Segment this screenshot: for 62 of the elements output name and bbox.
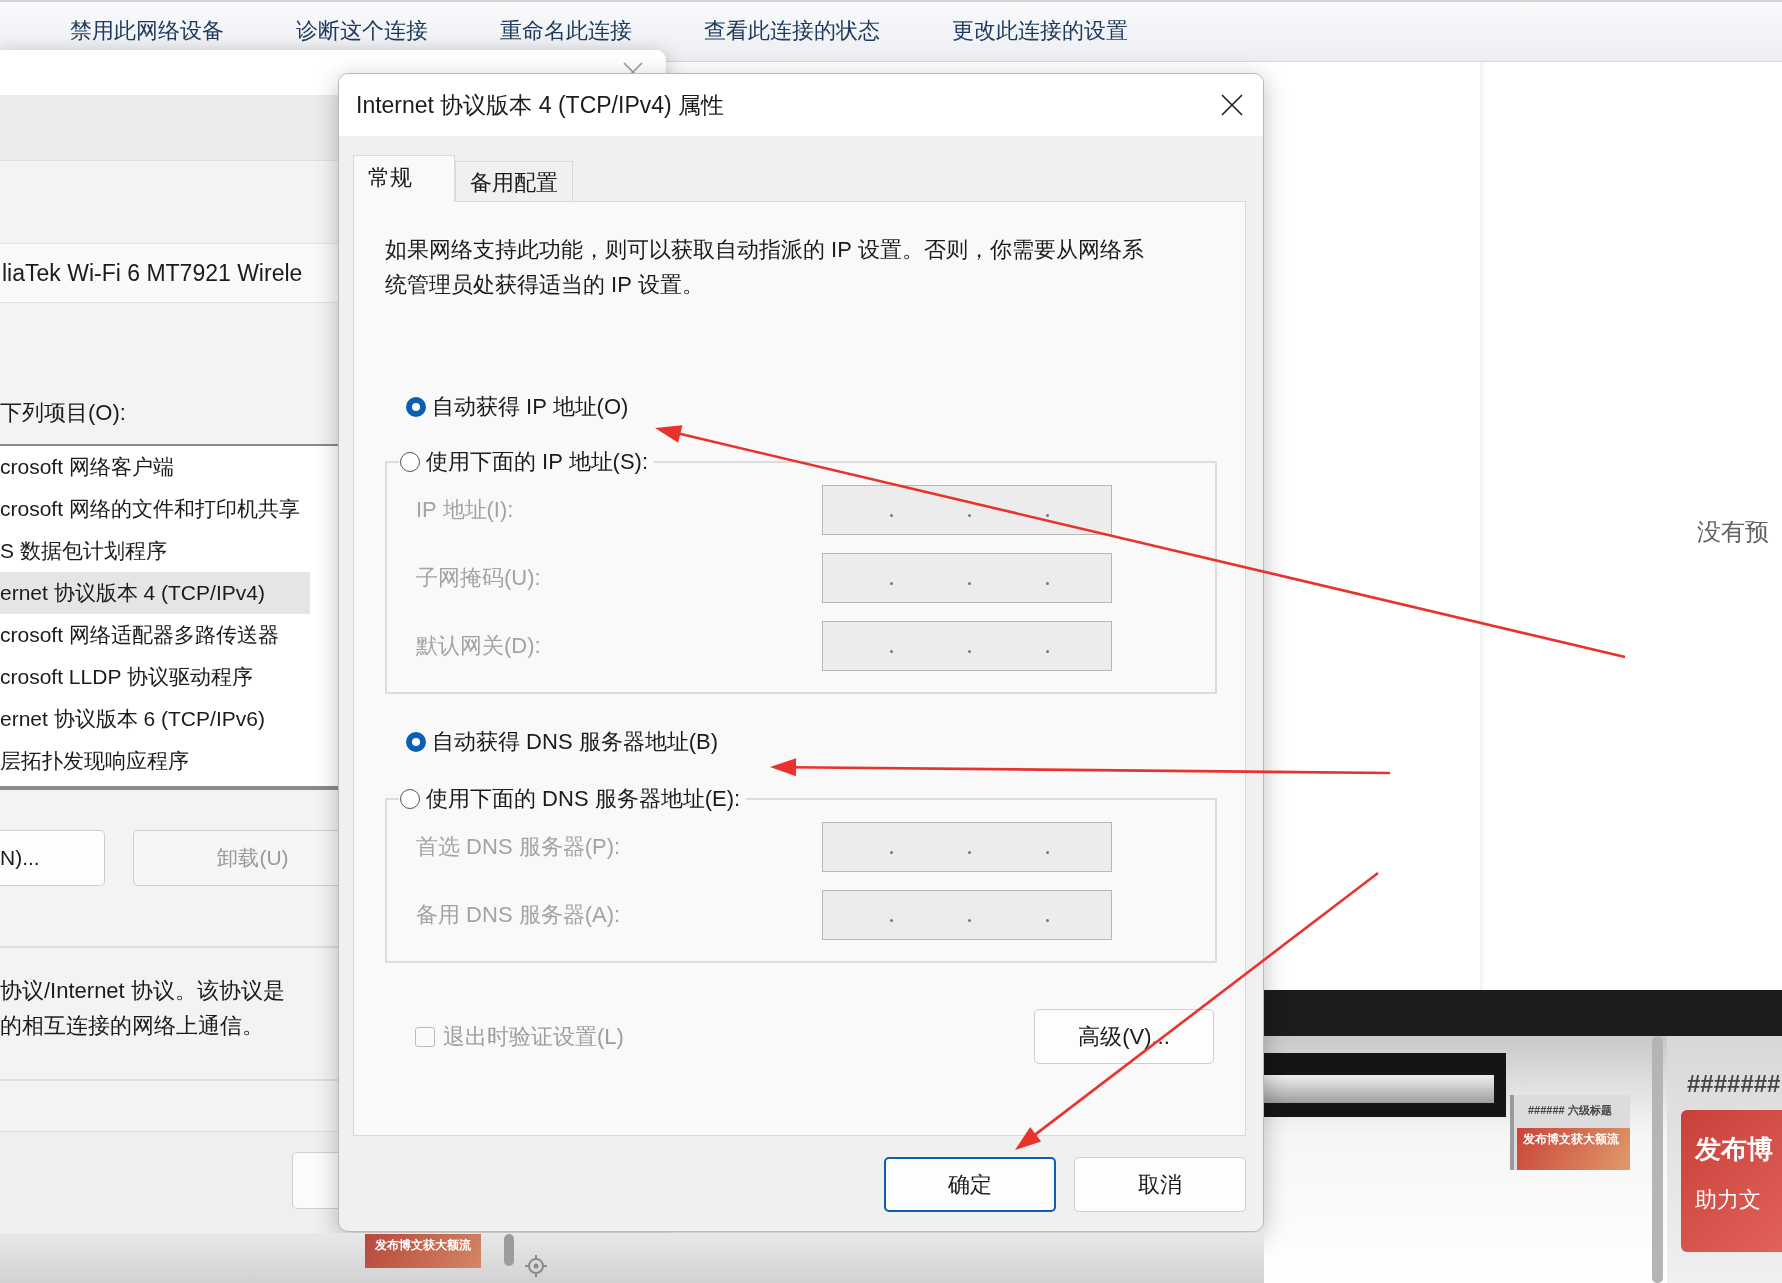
list-item[interactable]: 层拓扑发现响应程序: [0, 740, 310, 782]
separator-dot: [968, 918, 971, 922]
list-item[interactable]: crosoft 网络客户端: [0, 446, 310, 488]
adapter-name: liaTek Wi-Fi 6 MT7921 Wirele: [1, 259, 303, 287]
field-label: 子网掩码(U):: [415, 564, 542, 592]
list-item[interactable]: crosoft 网络的文件和打印机共享: [0, 488, 310, 530]
separator-dot: [890, 850, 893, 854]
window-title: Internet 协议版本 4 (TCP/IPv4) 属性: [356, 90, 726, 120]
separator-dot: [1046, 649, 1049, 653]
thumbnail[interactable]: ###### 六级标题 发布博文获大额流: [1510, 1095, 1630, 1170]
preview-message: 没有预: [1697, 517, 1769, 547]
toolbar-item[interactable]: 诊断这个连接: [296, 18, 428, 44]
field-label: IP 地址(I):: [415, 496, 515, 524]
list-item[interactable]: ernet 协议版本 6 (TCP/IPv6): [0, 698, 310, 740]
separator-dot: [890, 649, 893, 653]
banner: 发布博文获大额流: [1517, 1128, 1630, 1170]
thumbnail[interactable]: [1264, 1053, 1506, 1117]
scrollbar[interactable]: [1652, 1036, 1663, 1283]
intro-text: 如果网络支持此功能，则可以获取自动指派的 IP 设置。否则，你需要从网络系统管理员处获得适当的 IP 设置。: [385, 236, 1145, 299]
tab[interactable]: 备用配置: [455, 161, 573, 201]
list-item[interactable]: crosoft 网络适配器多路传送器: [0, 614, 310, 656]
separator-dot: [890, 918, 893, 922]
toolbar-item[interactable]: 禁用此网络设备: [70, 18, 224, 44]
field-label: 首选 DNS 服务器(P):: [415, 833, 622, 861]
radio-button[interactable]: [406, 397, 426, 417]
toolbar-item[interactable]: 更改此连接的设置: [952, 18, 1128, 44]
close-icon[interactable]: [1221, 94, 1243, 116]
separator-dot: [968, 850, 971, 854]
radio-label[interactable]: 使用下面的 DNS 服务器地址(E):: [426, 784, 741, 814]
banner: 发布博 助力文: [1681, 1110, 1782, 1252]
heading-text: ###### 六级标题: [1528, 1103, 1612, 1118]
list-item[interactable]: S 数据包计划程序: [0, 530, 310, 572]
cancel-button[interactable]: 取消: [1074, 1157, 1246, 1212]
radio-button[interactable]: [400, 789, 420, 809]
radio-label[interactable]: 自动获得 DNS 服务器地址(B): [432, 727, 718, 757]
ok-button[interactable]: 确定: [884, 1157, 1056, 1212]
separator-dot: [1046, 918, 1049, 922]
list-item[interactable]: crosoft LLDP 协议驱动程序: [0, 656, 310, 698]
heading-text: #######: [1687, 1070, 1781, 1098]
crosshair-icon[interactable]: [524, 1254, 548, 1278]
separator-dot: [968, 581, 971, 585]
install-button[interactable]: N)...: [0, 830, 105, 886]
thumbnail[interactable]: 发布博文获大额流: [365, 1234, 481, 1268]
scrollbar[interactable]: [504, 1234, 514, 1266]
toolbar-item[interactable]: 重命名此连接: [500, 18, 632, 44]
list-item[interactable]: ernet 协议版本 4 (TCP/IPv4): [0, 572, 310, 614]
radio-label[interactable]: 使用下面的 IP 地址(S):: [426, 447, 649, 477]
radio-label[interactable]: 自动获得 IP 地址(O): [432, 392, 629, 422]
separator-dot: [1046, 513, 1049, 517]
separator-dot: [968, 649, 971, 653]
separator-dot: [1046, 850, 1049, 854]
toolbar-item[interactable]: 查看此连接的状态: [704, 18, 880, 44]
separator-dot: [890, 513, 893, 517]
field-label: 默认网关(D):: [415, 632, 542, 660]
field-label: 备用 DNS 服务器(A):: [415, 901, 622, 929]
radio-button[interactable]: [400, 452, 420, 472]
radio-button[interactable]: [406, 732, 426, 752]
separator-dot: [890, 581, 893, 585]
separator-dot: [968, 513, 971, 517]
list-label: 下列项目(O):: [0, 399, 126, 427]
tab[interactable]: 常规: [353, 155, 455, 202]
separator-dot: [1046, 581, 1049, 585]
